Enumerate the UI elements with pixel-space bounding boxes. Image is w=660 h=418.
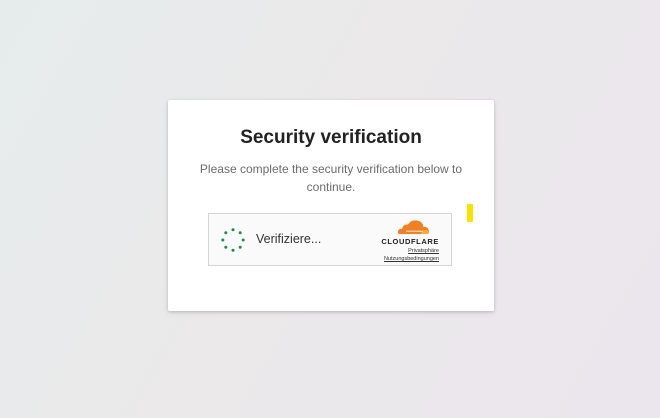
verification-card: Security verification Please complete th… bbox=[168, 100, 494, 311]
verification-status-text: Verifiziere... bbox=[256, 232, 322, 246]
terms-link[interactable]: Nutzungsbedingungen bbox=[384, 256, 439, 262]
cloudflare-branding: CLOUDFLARE Privatsphäre Nutzungsbedingun… bbox=[359, 219, 439, 263]
page-subtitle: Please complete the security verificatio… bbox=[199, 162, 463, 194]
yellow-marker bbox=[467, 204, 473, 222]
page-title: Security verification bbox=[240, 127, 422, 148]
privacy-link[interactable]: Privatsphäre bbox=[408, 248, 439, 254]
cloudflare-cloud-icon bbox=[397, 220, 429, 234]
turnstile-widget[interactable]: Verifiziere... CLOUDFLARE Privatsphäre N… bbox=[208, 213, 452, 266]
loading-spinner-icon bbox=[221, 228, 245, 252]
cloudflare-wordmark: CLOUDFLARE bbox=[381, 237, 439, 246]
